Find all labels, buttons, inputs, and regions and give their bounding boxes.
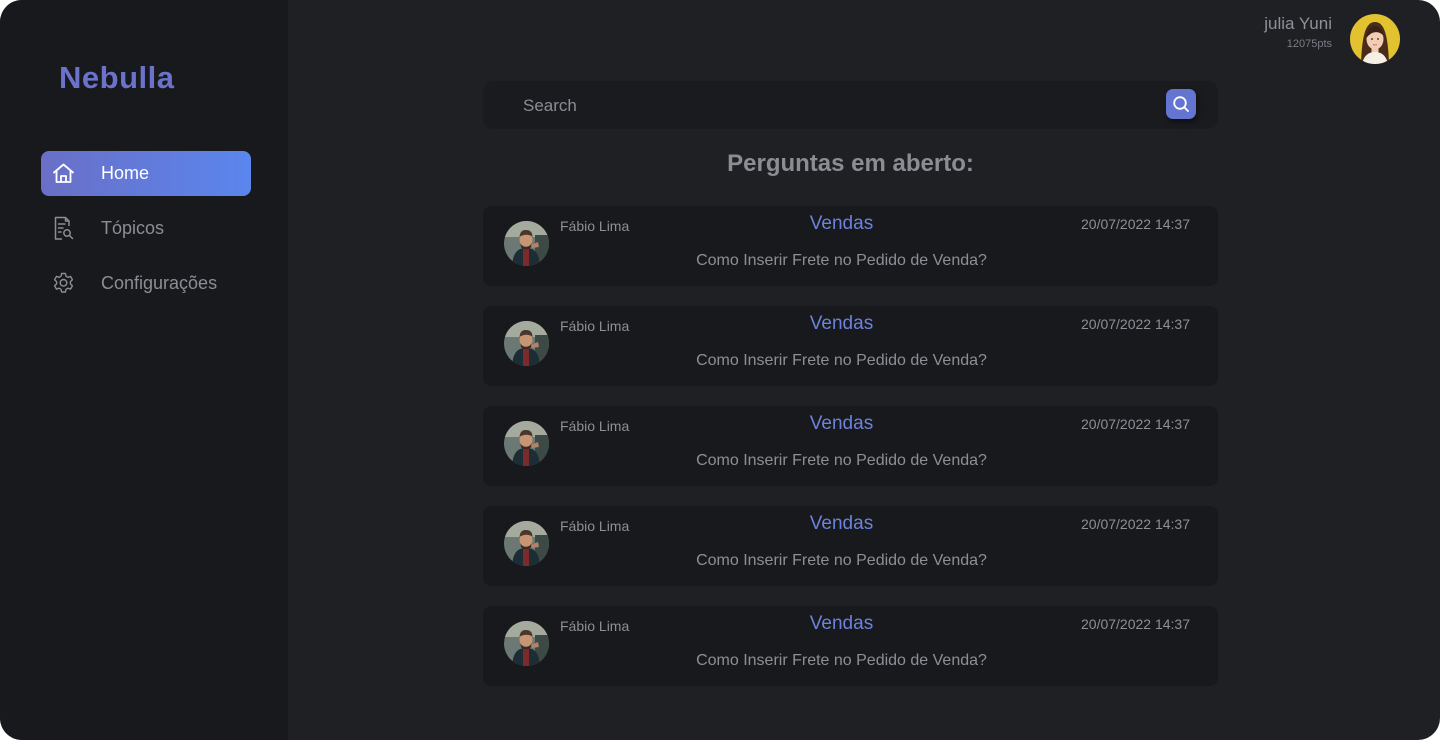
search-button[interactable] (1166, 89, 1196, 119)
search-bar (483, 81, 1218, 131)
question-card[interactable]: Fábio Lima Vendas 20/07/2022 14:37 Como Ins… (483, 206, 1218, 286)
gear-icon (51, 271, 76, 296)
sidebar-item-label: Configurações (101, 273, 218, 293)
section-title: Perguntas em aberto: (727, 150, 974, 177)
app-logo[interactable]: Nebulla (59, 60, 174, 96)
question-datetime: 20/07/2022 14:37 (1081, 516, 1190, 532)
question-card[interactable]: Fábio Lima Vendas 20/07/2022 14:37 Como Ins… (483, 406, 1218, 486)
sidebar-item-configuracoes[interactable]: Configurações (41, 261, 251, 306)
sidebar: Nebulla Home Tópicos Configurações (0, 0, 288, 740)
sidebar-item-label: Home (101, 163, 150, 183)
question-datetime: 20/07/2022 14:37 (1081, 316, 1190, 332)
search-icon (1173, 96, 1189, 112)
question-text[interactable]: Como Inserir Frete no Pedido de Venda? (483, 552, 1200, 570)
sidebar-item-label: Tópicos (101, 218, 165, 238)
document-search-icon (51, 216, 76, 241)
question-text[interactable]: Como Inserir Frete no Pedido de Venda? (483, 452, 1200, 470)
home-icon (51, 161, 76, 186)
question-text[interactable]: Como Inserir Frete no Pedido de Venda? (483, 352, 1200, 370)
question-datetime: 20/07/2022 14:37 (1081, 616, 1190, 632)
user-avatar[interactable] (1350, 14, 1400, 64)
user-points: 12075pts (1286, 38, 1332, 50)
question-card[interactable]: Fábio Lima Vendas 20/07/2022 14:37 Como Ins… (483, 606, 1218, 686)
question-card[interactable]: Fábio Lima Vendas 20/07/2022 14:37 Como Ins… (483, 306, 1218, 386)
sidebar-item-topicos[interactable]: Tópicos (41, 206, 251, 251)
user-name: julia Yuni (1264, 14, 1332, 33)
question-text[interactable]: Como Inserir Frete no Pedido de Venda? (483, 252, 1200, 270)
question-datetime: 20/07/2022 14:37 (1081, 416, 1190, 432)
sidebar-item-home[interactable]: Home (41, 151, 251, 196)
question-card[interactable]: Fábio Lima Vendas 20/07/2022 14:37 Como Ins… (483, 506, 1218, 586)
app-window: Nebulla Home Tópicos Configurações julia… (0, 0, 1440, 740)
search-input[interactable] (521, 81, 1145, 131)
question-datetime: 20/07/2022 14:37 (1081, 216, 1190, 232)
question-text[interactable]: Como Inserir Frete no Pedido de Venda? (483, 652, 1200, 670)
